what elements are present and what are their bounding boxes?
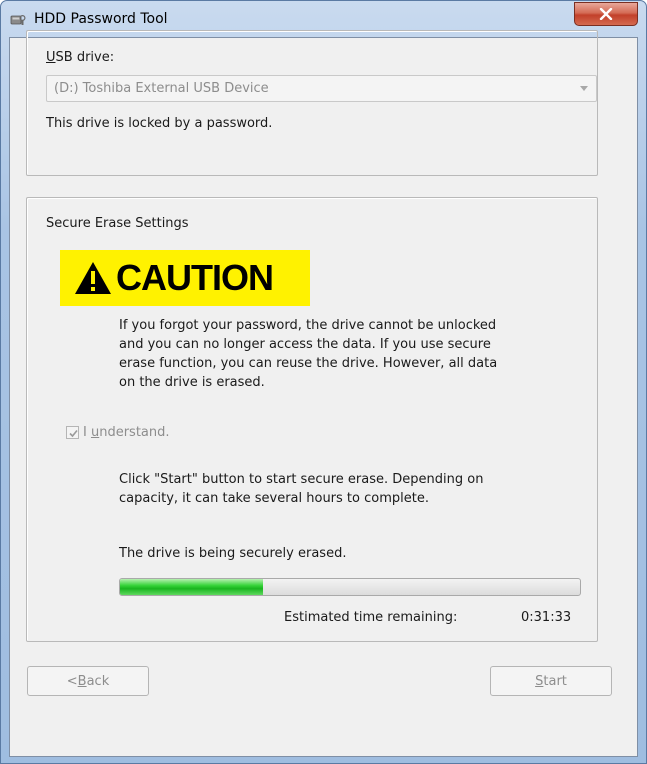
erase-progress-bar xyxy=(119,578,581,596)
caution-line: and you can no longer access the data. I… xyxy=(119,337,491,352)
back-button[interactable]: < Back xyxy=(27,666,149,696)
caution-line: erase function, you can reuse the drive.… xyxy=(119,356,498,371)
window-title: HDD Password Tool xyxy=(34,11,168,27)
warning-triangle-icon xyxy=(75,262,111,294)
secure-erase-title: Secure Erase Settings xyxy=(46,216,189,231)
usb-drive-selected-value: (D:) Toshiba External USB Device xyxy=(54,81,269,96)
caution-text: CAUTION xyxy=(116,257,274,298)
time-remaining-label: Estimated time remaining: xyxy=(284,610,458,625)
start-button-label: tart xyxy=(543,673,567,689)
usb-drive-label: USB drive: xyxy=(46,50,115,65)
close-button[interactable] xyxy=(574,2,638,26)
erase-status-text: The drive is being securely erased. xyxy=(119,546,347,561)
instructions-line: Click "Start" button to start secure era… xyxy=(119,472,484,487)
back-button-label: ack xyxy=(86,673,110,689)
close-icon xyxy=(599,8,613,20)
caution-line: on the drive is erased. xyxy=(119,375,265,390)
back-button-accel: B xyxy=(77,673,87,689)
erase-instructions: Click "Start" button to start secure era… xyxy=(119,470,483,508)
time-remaining-value: 0:31:33 xyxy=(521,610,572,625)
start-button-accel: S xyxy=(535,673,544,689)
progress-fill xyxy=(120,579,263,595)
chevron-down-icon xyxy=(580,86,588,91)
drive-status-text: This drive is locked by a password. xyxy=(46,116,273,131)
instructions-line: capacity, it can take several hours to c… xyxy=(119,491,429,506)
back-button-prefix: < xyxy=(66,673,78,689)
usb-drive-select[interactable]: (D:) Toshiba External USB Device xyxy=(46,75,597,102)
caution-message: If you forgot your password, the drive c… xyxy=(119,316,497,392)
checkmark-icon xyxy=(69,429,78,438)
checkbox-box[interactable] xyxy=(66,426,79,439)
hdd-tool-app-icon xyxy=(10,12,26,28)
caution-banner: CAUTION xyxy=(60,250,310,306)
understand-label: I understand. xyxy=(83,425,170,440)
caution-line: If you forgot your password, the drive c… xyxy=(119,318,497,333)
understand-checkbox[interactable]: I understand. xyxy=(66,425,170,440)
start-button[interactable]: Start xyxy=(490,666,612,696)
